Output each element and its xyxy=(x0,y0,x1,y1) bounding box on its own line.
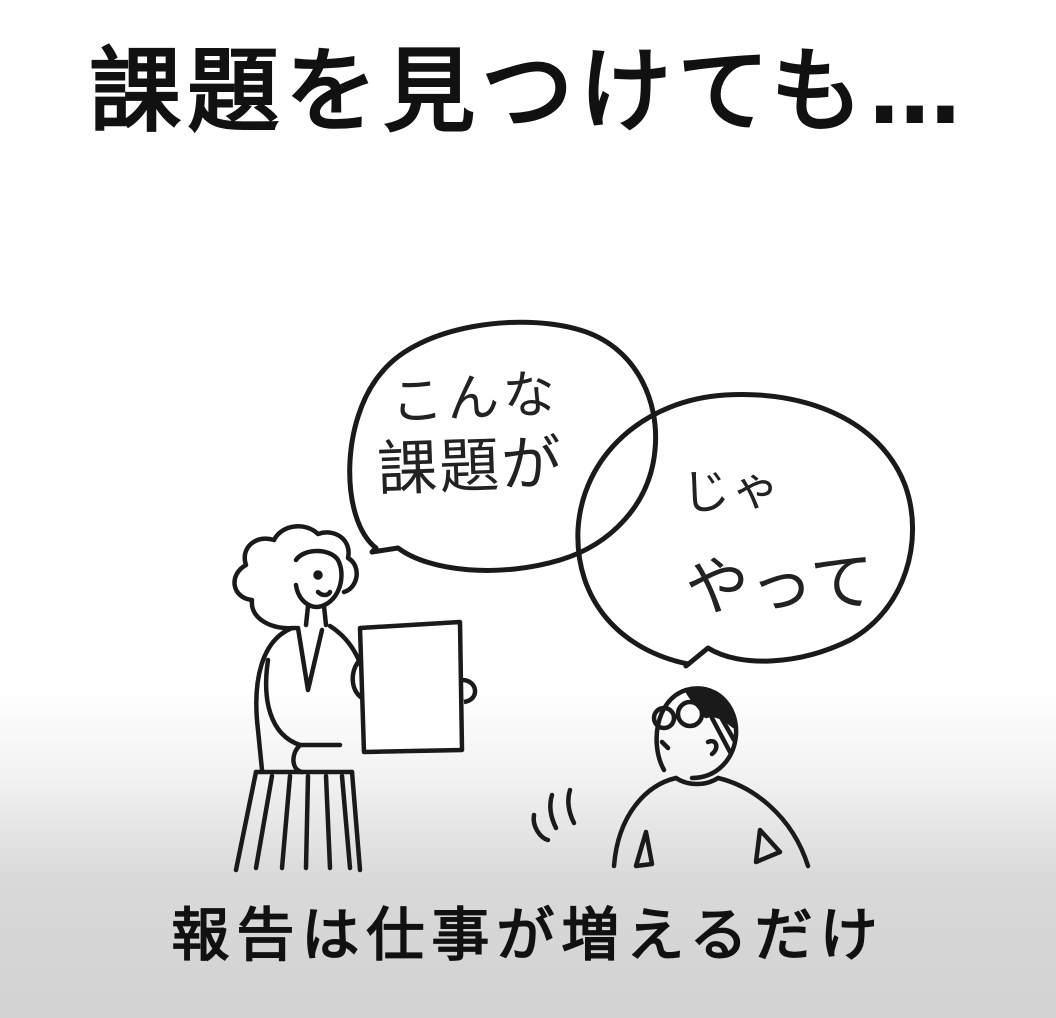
bubble-left-line1: こんな xyxy=(390,364,561,433)
woman-figure xyxy=(232,524,369,873)
document-paper xyxy=(350,619,478,755)
slide-caption: 報告は仕事が増えるだけ xyxy=(171,901,885,969)
slide: 課題を見つけても… こんな 課題が じゃ やって 報告は仕事が増えるだけ xyxy=(0,0,1056,1018)
bubble-right-line1: じゃ xyxy=(680,459,784,522)
man-figure xyxy=(531,686,811,869)
bubble-right-line2: やって xyxy=(684,545,875,626)
illustration: こんな 課題が じゃ やって xyxy=(232,319,915,873)
bubble-left-line2: 課題が xyxy=(376,429,564,505)
speech-bubble-right: じゃ やって xyxy=(575,391,915,669)
